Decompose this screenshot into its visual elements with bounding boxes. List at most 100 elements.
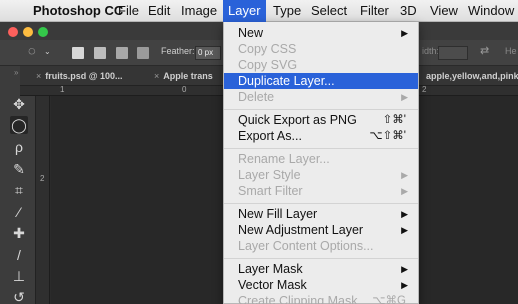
menu-separator (224, 203, 418, 204)
menu-item-vector-mask[interactable]: Vector Mask ▶ (224, 277, 418, 293)
menu-item-shortcut: ⇧⌘' (382, 114, 406, 126)
menu-item-label: Copy CSS (238, 42, 297, 56)
menu-view[interactable]: View (425, 0, 463, 22)
menu-item-label: Export As... (238, 129, 302, 143)
menu-item-layer-mask[interactable]: Layer Mask ▶ (224, 261, 418, 277)
menu-item-quick-export-png[interactable]: Quick Export as PNG ⇧⌘' (224, 112, 418, 128)
vertical-ruler: 2 (36, 96, 50, 304)
ruler-number: 0 (182, 85, 187, 94)
menu-item-new[interactable]: New ▶ (224, 25, 418, 41)
tab-label: Apple trans (163, 71, 213, 81)
width-label: idth: (422, 46, 440, 56)
menu-item-duplicate-layer[interactable]: Duplicate Layer... (224, 73, 418, 89)
submenu-arrow-icon: ▶ (401, 280, 408, 290)
menu-item-delete: Delete ▶ (224, 89, 418, 105)
apple-menu-icon[interactable] (14, 0, 24, 22)
submenu-arrow-icon: ▶ (401, 186, 408, 196)
menu-item-label: Layer Mask (238, 262, 303, 276)
menu-item-copy-css: Copy CSS (224, 41, 418, 57)
marquee-tool-icon[interactable]: ◯ (10, 116, 28, 134)
tools-panel: » ✥ ◯ ρ ✎ ⌗ ⁄ ✚ / ⊥ ↺ (0, 66, 36, 304)
menu-item-label: Quick Export as PNG (238, 113, 357, 127)
tab-apple-yellow-pink[interactable]: apple,yellow,and,pink (420, 66, 518, 86)
menu-item-create-clipping-mask: Create Clipping Mask ⌥⌘G (224, 293, 418, 304)
menu-item-shortcut: ⌥⌘G (372, 295, 406, 304)
menu-item-rename-layer: Rename Layer... (224, 151, 418, 167)
menu-item-smart-filter: Smart Filter ▶ (224, 183, 418, 199)
brush-tool-icon[interactable]: / (10, 246, 28, 264)
menu-select[interactable]: Select (306, 0, 352, 22)
menu-item-label: Create Clipping Mask (238, 294, 358, 304)
move-tool-icon[interactable]: ✥ (10, 95, 28, 113)
width-input[interactable] (438, 46, 468, 60)
menu-item-label: New Fill Layer (238, 207, 318, 221)
menu-item-label: Rename Layer... (238, 152, 330, 166)
collapse-panel-icon[interactable]: » (14, 68, 18, 77)
height-label: He (505, 46, 517, 56)
menu-item-layer-style: Layer Style ▶ (224, 167, 418, 183)
menu-bar: Photoshop CC File Edit Image Layer Type … (0, 0, 518, 22)
tab-apple-trans[interactable]: × Apple trans (148, 66, 213, 86)
menu-file[interactable]: File (113, 0, 144, 22)
submenu-arrow-icon: ▶ (401, 92, 408, 102)
menu-item-label: Duplicate Layer... (238, 74, 335, 88)
menu-item-new-fill-layer[interactable]: New Fill Layer ▶ (224, 206, 418, 222)
clone-stamp-tool-icon[interactable]: ⊥ (10, 267, 28, 285)
zoom-window-button[interactable] (38, 27, 48, 37)
menu-item-label: Smart Filter (238, 184, 303, 198)
intersect-selection-icon[interactable] (137, 47, 149, 59)
lasso-preset-icon[interactable]: ◌ (28, 43, 36, 58)
menu-item-layer-content-options: Layer Content Options... (224, 238, 418, 254)
ruler-number: 2 (40, 174, 45, 183)
menu-item-label: Vector Mask (238, 278, 307, 292)
menu-image[interactable]: Image (176, 0, 222, 22)
crop-tool-icon[interactable]: ⌗ (10, 181, 28, 199)
close-window-button[interactable] (8, 27, 18, 37)
new-selection-icon[interactable] (72, 47, 84, 59)
subtract-selection-icon[interactable] (116, 47, 128, 59)
menu-item-export-as[interactable]: Export As... ⌥⇧⌘' (224, 128, 418, 144)
ruler-number: 1 (60, 85, 65, 94)
lasso-tool-icon[interactable]: ρ (10, 138, 28, 156)
quick-selection-tool-icon[interactable]: ✎ (10, 160, 28, 178)
menu-item-label: Delete (238, 90, 275, 104)
ruler-number: 2 (422, 85, 427, 94)
menu-edit[interactable]: Edit (143, 0, 175, 22)
menu-separator (224, 148, 418, 149)
menu-type[interactable]: Type (268, 0, 306, 22)
close-tab-icon[interactable]: × (36, 71, 41, 81)
submenu-arrow-icon: ▶ (401, 28, 408, 38)
menu-item-label: Layer Content Options... (238, 239, 374, 253)
swap-arrows-icon[interactable]: ⇄ (480, 44, 489, 57)
submenu-arrow-icon: ▶ (401, 170, 408, 180)
menu-filter[interactable]: Filter (355, 0, 394, 22)
close-tab-icon[interactable]: × (154, 71, 159, 81)
history-brush-tool-icon[interactable]: ↺ (10, 288, 28, 304)
menu-item-label: New (238, 26, 264, 40)
menu-item-label: Copy SVG (238, 58, 298, 72)
menu-item-shortcut: ⌥⇧⌘' (369, 130, 406, 142)
tab-label: apple,yellow,and,pink (426, 71, 518, 81)
menu-item-label: New Adjustment Layer (238, 223, 364, 237)
submenu-arrow-icon: ▶ (401, 225, 408, 235)
feather-input[interactable]: 0 px (195, 46, 221, 60)
menu-separator (224, 109, 418, 110)
menu-separator (224, 258, 418, 259)
menu-window[interactable]: Window (463, 0, 518, 22)
chevron-down-icon[interactable]: ⌄ (44, 47, 51, 56)
healing-brush-tool-icon[interactable]: ✚ (10, 224, 28, 242)
add-selection-icon[interactable] (94, 47, 106, 59)
layer-menu-dropdown: New ▶ Copy CSS Copy SVG Duplicate Layer.… (223, 22, 419, 304)
tab-label: fruits.psd @ 100... (45, 71, 123, 81)
menu-item-label: Layer Style (238, 168, 301, 182)
tab-fruits[interactable]: × fruits.psd @ 100... (30, 66, 123, 86)
submenu-arrow-icon: ▶ (401, 209, 408, 219)
minimize-window-button[interactable] (23, 27, 33, 37)
feather-label: Feather: (161, 46, 195, 56)
menu-layer[interactable]: Layer (223, 0, 266, 22)
menu-item-copy-svg: Copy SVG (224, 57, 418, 73)
menu-3d[interactable]: 3D (395, 0, 422, 22)
menu-item-new-adjustment-layer[interactable]: New Adjustment Layer ▶ (224, 222, 418, 238)
submenu-arrow-icon: ▶ (401, 264, 408, 274)
eyedropper-tool-icon[interactable]: ⁄ (10, 203, 28, 221)
